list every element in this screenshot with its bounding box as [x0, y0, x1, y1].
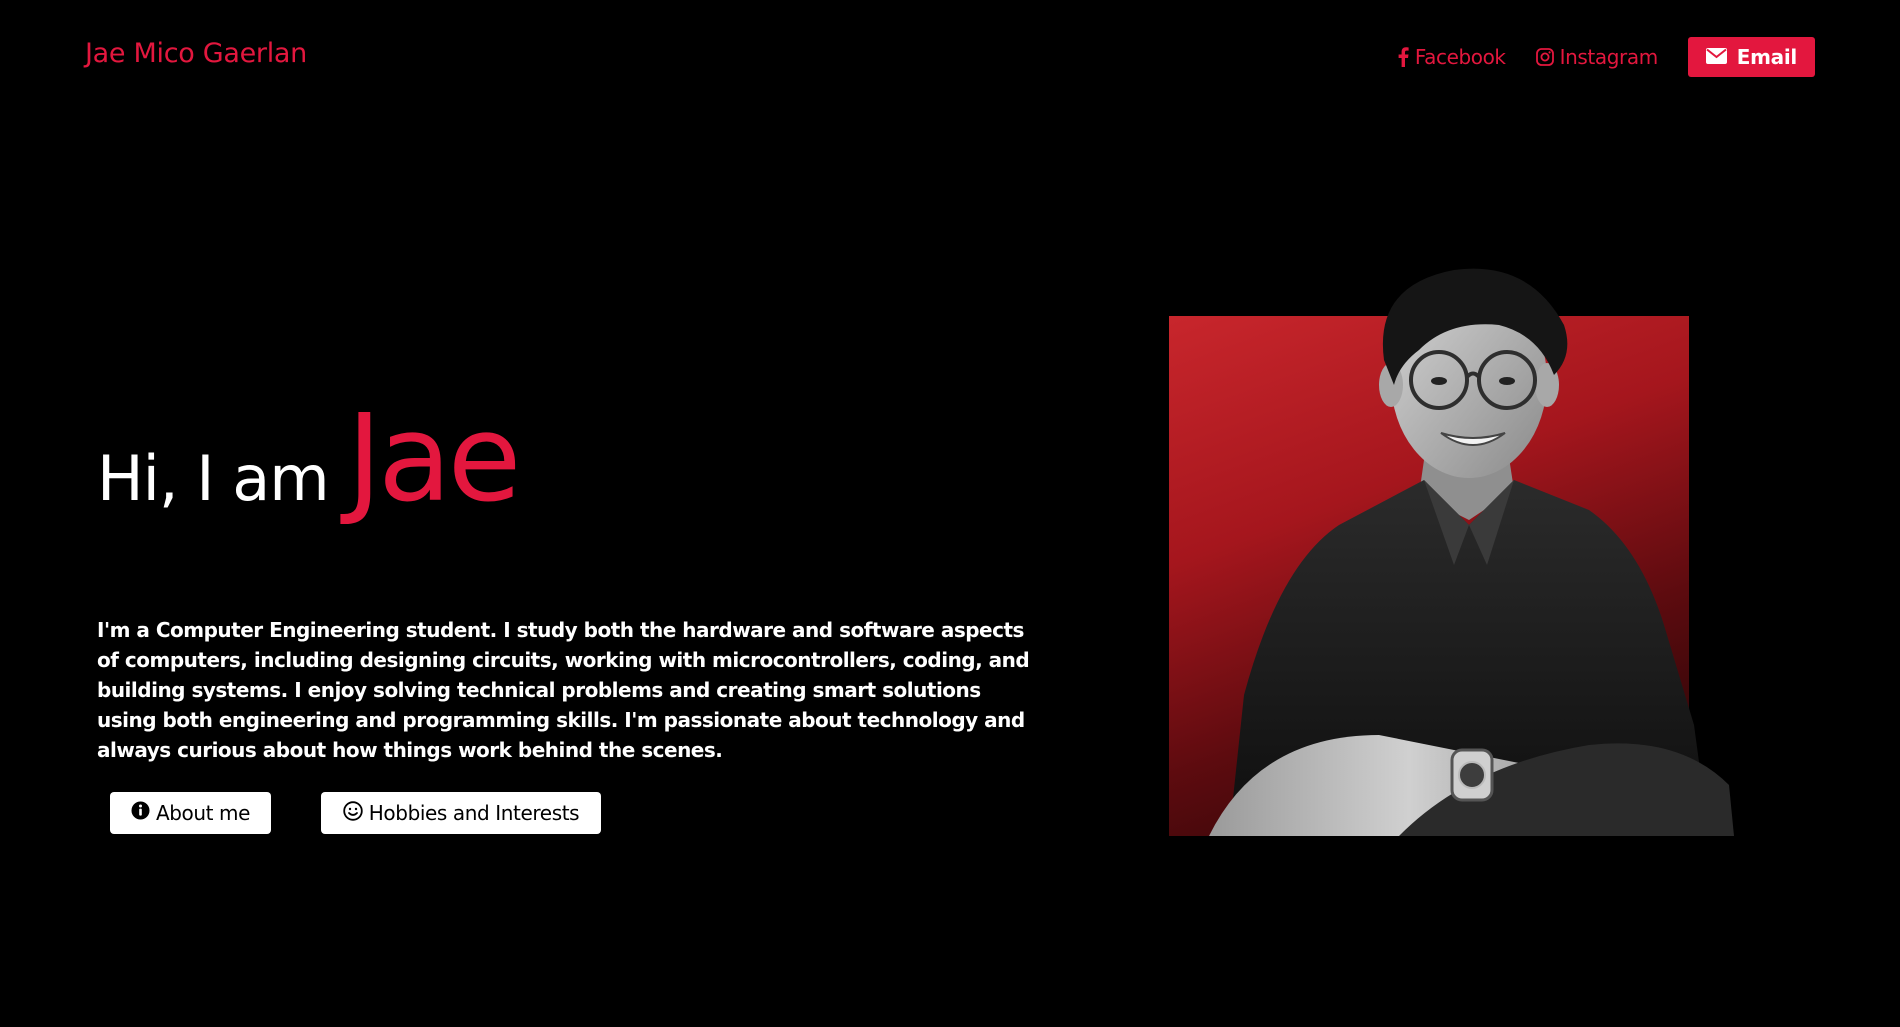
- profile-photo: [1209, 268, 1734, 836]
- envelope-icon: [1705, 45, 1727, 69]
- facebook-icon: [1398, 47, 1409, 67]
- page: Jae Mico Gaerlan Facebook Instagram Emai…: [0, 0, 1900, 1027]
- smile-icon: [343, 800, 363, 826]
- hobbies-label: Hobbies and Interests: [368, 801, 580, 825]
- facebook-link[interactable]: Facebook: [1398, 45, 1506, 69]
- about-me-label: About me: [155, 801, 251, 825]
- brand-title[interactable]: Jae Mico Gaerlan: [85, 38, 307, 69]
- instagram-icon: [1535, 48, 1554, 66]
- hero-name: Jae: [346, 390, 522, 529]
- bio-paragraph: I'm a Computer Engineering student. I st…: [97, 618, 1030, 762]
- hero-heading: Hi, I am Jae: [97, 390, 522, 529]
- greeting-text: Hi, I am: [97, 442, 330, 515]
- hobbies-button[interactable]: Hobbies and Interests: [321, 792, 601, 834]
- email-label: Email: [1736, 45, 1798, 69]
- top-nav: Facebook Instagram Email: [1368, 37, 1815, 77]
- instagram-label: Instagram: [1559, 45, 1659, 69]
- info-icon: [131, 801, 150, 825]
- about-me-button[interactable]: About me: [110, 792, 271, 834]
- instagram-link[interactable]: Instagram: [1535, 45, 1659, 69]
- facebook-label: Facebook: [1414, 45, 1506, 69]
- email-button[interactable]: Email: [1687, 37, 1815, 77]
